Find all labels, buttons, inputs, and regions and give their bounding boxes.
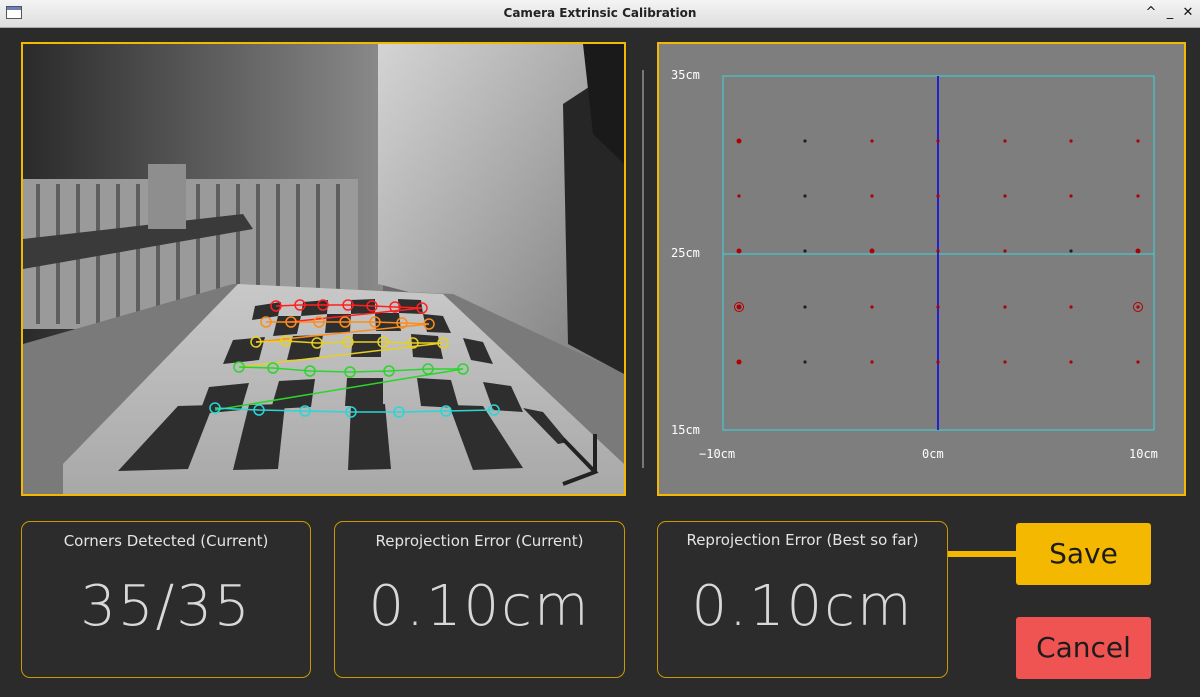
reprojection-plot: 35cm 25cm 15cm −10cm 0cm 10cm [671, 68, 1158, 461]
reprojected-point [737, 194, 741, 198]
reprojected-point [1136, 139, 1140, 143]
reprojected-point [736, 248, 742, 254]
reprojected-point [936, 305, 940, 309]
reprojected-point [1069, 194, 1073, 198]
camera-image [23, 44, 624, 494]
reprojected-point [803, 194, 807, 198]
reprojected-point [870, 360, 874, 364]
y-tick-label: 25cm [671, 246, 700, 260]
reprojection-error-best-box: Reprojection Error (Best so far) 0.10cm [657, 521, 948, 678]
corners-detected-value: 35/35 [80, 574, 252, 639]
reprojected-point [736, 359, 742, 365]
reprojection-plot-panel: 35cm 25cm 15cm −10cm 0cm 10cm [657, 42, 1186, 496]
reprojection-error-current-label: Reprojection Error (Current) [375, 532, 584, 550]
reprojected-point [1069, 139, 1073, 143]
panel-divider [642, 70, 644, 468]
reprojected-point [870, 139, 874, 143]
corners-detected-label: Corners Detected (Current) [63, 532, 269, 550]
reprojection-error-current-box: Reprojection Error (Current) 0.10cm [334, 521, 625, 678]
save-button[interactable]: Save [1016, 523, 1151, 585]
reprojected-point [1136, 360, 1140, 364]
reprojected-point [736, 304, 742, 310]
reprojected-point [936, 360, 940, 364]
x-tick-label: 10cm [1129, 447, 1158, 461]
reprojection-error-best-value: 0.10cm [691, 574, 914, 639]
reprojected-point [936, 194, 940, 198]
reprojected-point [1003, 139, 1007, 143]
y-tick-label: 15cm [671, 423, 700, 437]
reprojected-point [1003, 194, 1007, 198]
minimize-icon[interactable]: _ [1162, 4, 1178, 22]
reprojected-point [936, 139, 940, 143]
reprojected-point [870, 305, 874, 309]
corners-detected-box: Corners Detected (Current) 35/35 [21, 521, 311, 678]
reprojected-point [936, 249, 940, 253]
reprojection-error-current-value: 0.10cm [368, 574, 591, 639]
title-bar: Camera Extrinsic Calibration ^ _ ✕ [0, 0, 1200, 28]
reprojected-point [1003, 360, 1007, 364]
reprojected-point [736, 138, 742, 144]
reprojected-point [1136, 305, 1140, 309]
cancel-button[interactable]: Cancel [1016, 617, 1151, 679]
reprojected-point [1069, 360, 1073, 364]
reprojected-point [869, 248, 875, 254]
save-connector [948, 551, 1018, 557]
x-tick-label: −10cm [699, 447, 735, 461]
reprojected-point [803, 305, 807, 309]
x-tick-label: 0cm [922, 447, 944, 461]
reprojected-point [803, 360, 807, 364]
reprojection-error-best-label: Reprojection Error (Best so far) [686, 531, 919, 549]
close-icon[interactable]: ✕ [1180, 4, 1196, 22]
reprojected-point [803, 249, 807, 253]
reprojected-point [1069, 305, 1073, 309]
y-tick-label: 35cm [671, 68, 700, 82]
maximize-icon[interactable]: ^ [1143, 4, 1159, 22]
reprojected-point [1136, 194, 1140, 198]
reprojected-point [803, 139, 807, 143]
reprojected-point [870, 194, 874, 198]
reprojected-point [1069, 249, 1073, 253]
reprojected-point [1135, 248, 1141, 254]
reprojected-point [1003, 305, 1007, 309]
reprojected-point [1003, 249, 1007, 253]
window-title: Camera Extrinsic Calibration [503, 6, 697, 20]
camera-view-panel [21, 42, 626, 496]
